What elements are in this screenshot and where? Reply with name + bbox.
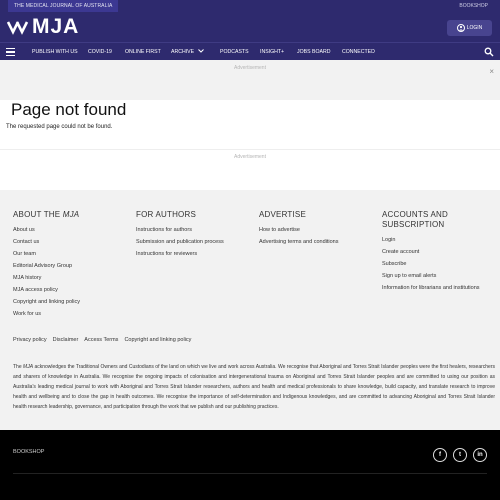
footer-link[interactable]: How to advertise bbox=[259, 224, 377, 236]
footer-about-column: ABOUT THE MJA About us Contact us Our te… bbox=[13, 210, 128, 320]
mja-logo[interactable]: MJA bbox=[7, 15, 80, 38]
footer-advertise-column: ADVERTISE How to advertise Advertising t… bbox=[259, 210, 377, 248]
search-icon[interactable] bbox=[484, 47, 494, 57]
footer-link[interactable]: Work for us bbox=[13, 308, 128, 320]
footer-link[interactable]: Sign up to email alerts bbox=[382, 270, 494, 282]
advertisement-label-bottom: Advertisement bbox=[234, 154, 266, 160]
privacy-policy-link[interactable]: Privacy policy bbox=[13, 337, 47, 343]
hamburger-icon[interactable] bbox=[6, 48, 15, 56]
policy-links: Privacy policy Disclaimer Access Terms C… bbox=[13, 337, 191, 343]
not-found-message: The requested page could not be found. bbox=[6, 124, 113, 130]
nav-insight-plus[interactable]: INSIGHT+ bbox=[260, 43, 284, 61]
footer-accounts-column: ACCOUNTS AND SUBSCRIPTION Login Create a… bbox=[382, 210, 494, 292]
footer-link[interactable]: Create account bbox=[382, 246, 494, 258]
chevron-logo-icon bbox=[7, 21, 29, 35]
footer-authors-column: FOR AUTHORS Instructions for authors Sub… bbox=[136, 210, 254, 260]
footer-advertise-heading: ADVERTISE bbox=[259, 210, 306, 219]
advertisement-label-top: Advertisement bbox=[234, 65, 266, 71]
chevron-down-icon bbox=[197, 49, 204, 53]
bookshop-link-top[interactable]: BOOKSHOP bbox=[459, 0, 488, 12]
footer-about-heading: ABOUT THE MJA bbox=[13, 210, 80, 219]
linkedin-icon[interactable]: in bbox=[473, 448, 487, 462]
page-title: Page not found bbox=[11, 100, 127, 119]
bottom-divider bbox=[13, 473, 487, 474]
footer-link[interactable]: Subscribe bbox=[382, 258, 494, 270]
close-icon[interactable]: × bbox=[489, 68, 494, 76]
footer-link[interactable]: MJA history bbox=[13, 272, 128, 284]
journal-tab[interactable]: THE MEDICAL JOURNAL OF AUSTRALIA bbox=[8, 0, 119, 12]
footer-link[interactable]: Instructions for authors bbox=[136, 224, 254, 236]
twitter-icon[interactable]: t bbox=[453, 448, 467, 462]
footer-link[interactable]: About us bbox=[13, 224, 128, 236]
bottom-bar: BOOKSHOP f t in bbox=[0, 430, 500, 500]
footer-link[interactable]: Instructions for reviewers bbox=[136, 248, 254, 260]
footer-link[interactable]: Advertising terms and conditions bbox=[259, 236, 377, 248]
acknowledgement-of-country: The MJA acknowledges the Traditional Own… bbox=[13, 364, 495, 410]
facebook-icon[interactable]: f bbox=[433, 448, 447, 462]
logo-wordmark: MJA bbox=[32, 15, 80, 38]
footer-link[interactable]: Editorial Advisory Group bbox=[13, 260, 128, 272]
site-footer: ABOUT THE MJA About us Contact us Our te… bbox=[0, 190, 500, 430]
footer-link[interactable]: Our team bbox=[13, 248, 128, 260]
nav-jobs-board[interactable]: JOBS BOARD bbox=[297, 43, 330, 61]
top-strip: THE MEDICAL JOURNAL OF AUSTRALIA BOOKSHO… bbox=[0, 0, 500, 12]
nav-online-first[interactable]: ONLINE FIRST bbox=[125, 43, 161, 61]
footer-accounts-heading: ACCOUNTS AND SUBSCRIPTION bbox=[382, 210, 448, 229]
nav-archive-label: ARCHIVE bbox=[171, 49, 195, 55]
user-icon bbox=[456, 24, 465, 32]
login-label: LOGIN bbox=[466, 25, 483, 31]
bookshop-link-bottom[interactable]: BOOKSHOP bbox=[13, 449, 44, 455]
footer-link[interactable]: Information for librarians and instituti… bbox=[382, 285, 494, 292]
footer-link[interactable]: Copyright and linking policy bbox=[13, 296, 128, 308]
nav-archive[interactable]: ARCHIVE bbox=[171, 43, 204, 61]
nav-podcasts[interactable]: PODCASTS bbox=[220, 43, 249, 61]
nav-publish-with-us[interactable]: PUBLISH WITH US bbox=[32, 43, 78, 61]
disclaimer-link[interactable]: Disclaimer bbox=[53, 337, 79, 343]
footer-authors-heading: FOR AUTHORS bbox=[136, 210, 196, 219]
footer-link[interactable]: Submission and publication process bbox=[136, 236, 254, 248]
footer-link[interactable]: Contact us bbox=[13, 236, 128, 248]
nav-connected[interactable]: CONNECTED bbox=[342, 43, 375, 61]
copyright-linking-link[interactable]: Copyright and linking policy bbox=[124, 337, 191, 343]
nav-covid-19[interactable]: COVID-19 bbox=[88, 43, 112, 61]
footer-link[interactable]: MJA access policy bbox=[13, 284, 128, 296]
main-nav: PUBLISH WITH US COVID-19 ONLINE FIRST AR… bbox=[0, 42, 500, 60]
login-button[interactable]: LOGIN bbox=[447, 20, 492, 36]
footer-link[interactable]: Login bbox=[382, 234, 494, 246]
access-terms-link[interactable]: Access Terms bbox=[84, 337, 118, 343]
brand-header: MJA LOGIN bbox=[0, 12, 500, 42]
